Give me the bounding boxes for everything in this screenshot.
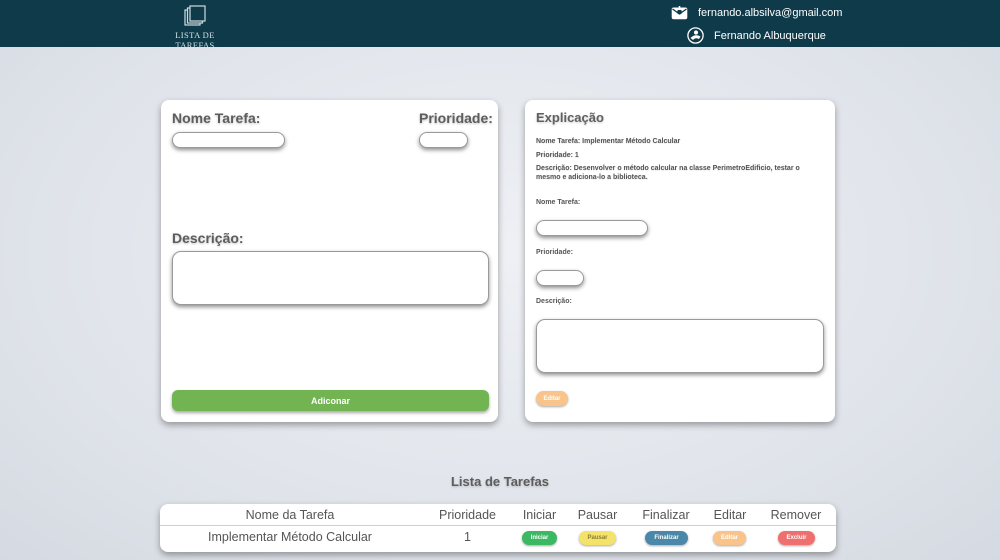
task-name-input[interactable]: [172, 132, 285, 148]
top-bar: LISTA DE TAREFAS fernando.albsilva@gmail…: [0, 0, 1000, 50]
add-task-button[interactable]: Adiconar: [172, 390, 489, 411]
header-divider: [160, 525, 836, 526]
explanation-title: Explicação: [536, 110, 604, 125]
explanation-card: Explicação Nome Tarefa: Implementar Méto…: [525, 100, 835, 422]
finish-task-button[interactable]: Finalizar: [645, 531, 688, 545]
explanation-description: Descrição: Desenvolver o método calcular…: [536, 165, 800, 181]
priority-input[interactable]: [419, 132, 468, 148]
explanation-priority: Prioridade: 1: [536, 152, 579, 159]
column-header-start: Iniciar: [522, 508, 557, 522]
edit-row-button[interactable]: Editar: [713, 531, 746, 545]
mail-icon: [671, 6, 688, 20]
user-name: Fernando Albuquerque: [714, 29, 826, 42]
brand-logo[interactable]: LISTA DE TAREFAS: [157, 5, 233, 50]
explanation-task-name: Nome Tarefa: Implementar Método Calcular: [536, 138, 681, 145]
user-email-row: fernando.albsilva@gmail.com: [671, 6, 842, 20]
priority-label: Prioridade:: [419, 110, 493, 126]
edit-description-label: Descrição:: [536, 298, 572, 305]
column-header-priority: Prioridade: [439, 508, 496, 522]
stacked-squares-icon: [184, 5, 206, 26]
column-header-edit: Editar: [713, 508, 747, 522]
edit-task-button[interactable]: Editar: [536, 391, 568, 406]
edit-description-input[interactable]: [536, 319, 824, 373]
user-avatar-icon: [687, 27, 704, 44]
column-header-name: Nome da Tarefa: [245, 508, 335, 522]
task-name-label: Nome Tarefa:: [172, 110, 261, 126]
pause-task-button[interactable]: Pausar: [579, 531, 616, 545]
user-email: fernando.albsilva@gmail.com: [698, 7, 843, 19]
task-priority-cell: 1: [464, 530, 471, 544]
remove-task-button[interactable]: Excluir: [778, 531, 815, 545]
edit-priority-label: Prioridade:: [536, 249, 573, 256]
column-header-finish: Finalizar: [642, 508, 690, 522]
edit-priority-input[interactable]: [536, 270, 584, 286]
new-task-card: Nome Tarefa: Prioridade: Descrição: Adic…: [161, 100, 498, 422]
user-name-row: Fernando Albuquerque: [687, 27, 826, 44]
task-name-cell: Implementar Método Calcular: [208, 530, 372, 544]
start-task-button[interactable]: Iniciar: [522, 531, 557, 545]
task-list-title: Lista de Tarefas: [450, 474, 550, 489]
edit-name-label: Nome Tarefa:: [536, 199, 581, 206]
column-header-pause: Pausar: [577, 508, 618, 522]
brand-text: LISTA DE TAREFAS: [175, 30, 215, 50]
task-table: Nome da Tarefa Prioridade Iniciar Pausar…: [160, 504, 836, 552]
column-header-remove: Remover: [770, 508, 822, 522]
description-label: Descrição:: [172, 230, 244, 246]
description-input[interactable]: [172, 251, 489, 305]
edit-name-input[interactable]: [536, 220, 648, 236]
